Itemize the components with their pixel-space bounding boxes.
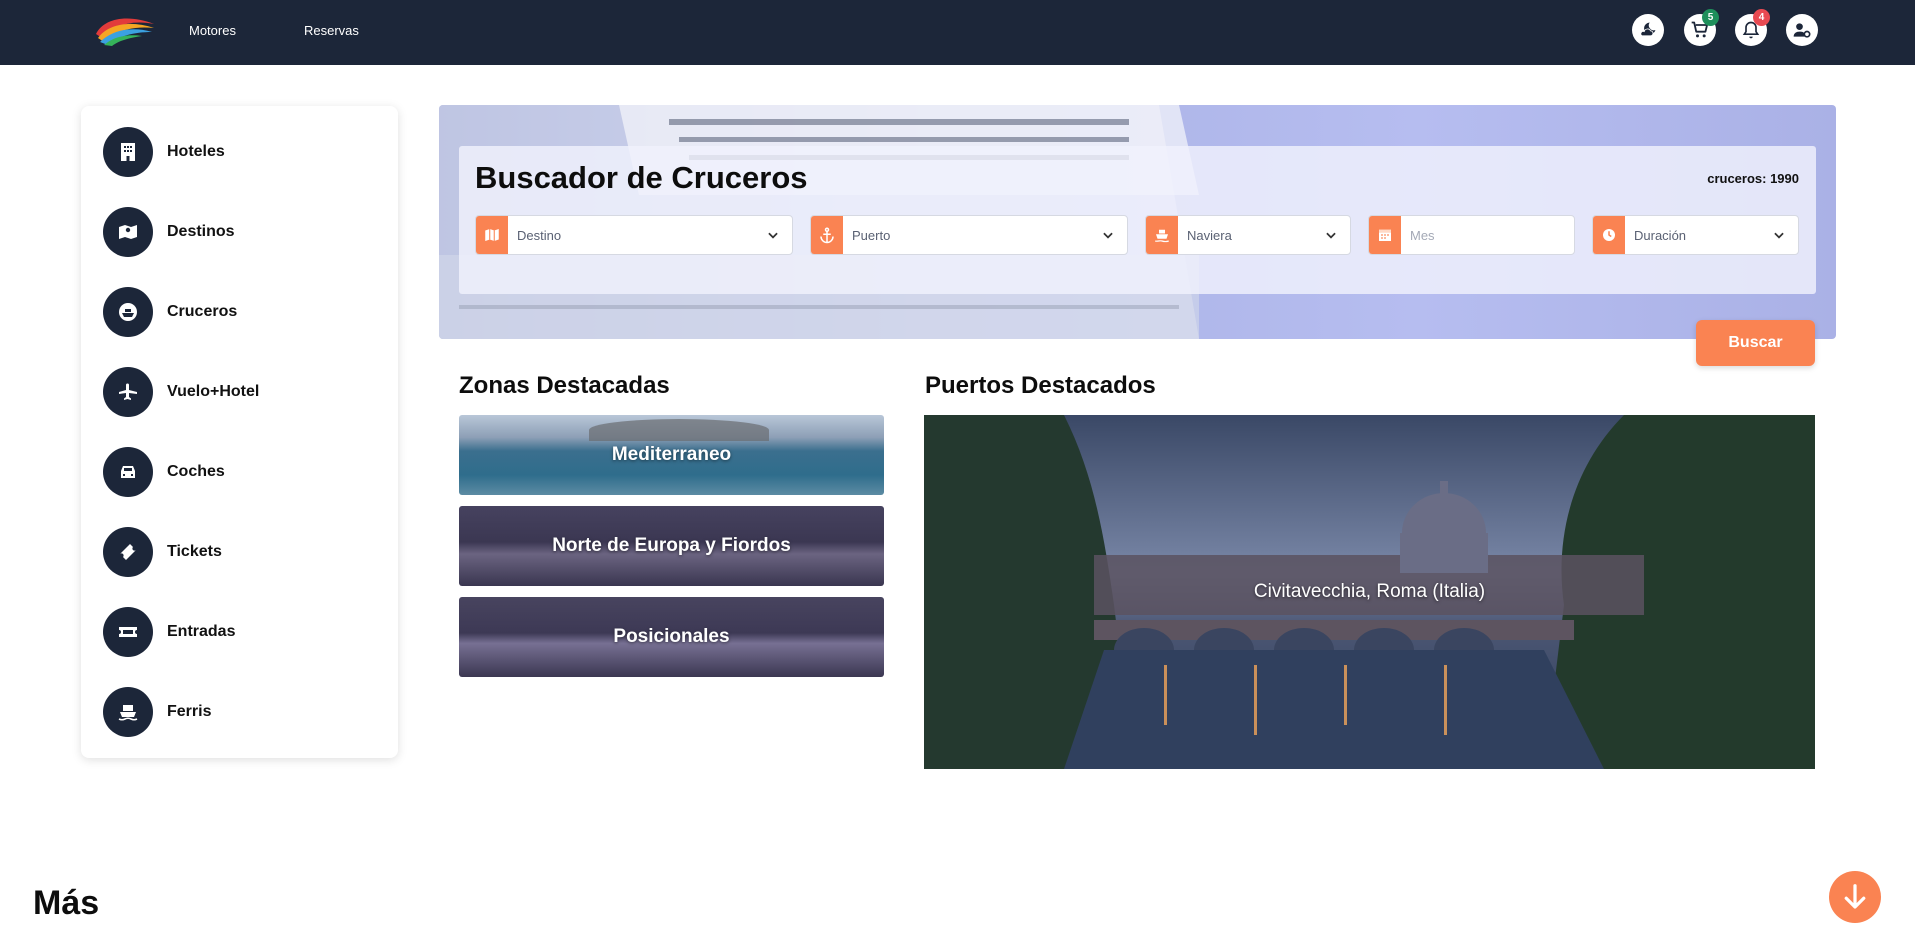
sidebar-item-vuelo-hotel[interactable]: Vuelo+Hotel [103,367,373,417]
scroll-down-button[interactable] [1829,871,1881,923]
ticket-icon [103,527,153,577]
duracion-value: Duración [1634,227,1687,243]
theme-toggle-button[interactable] [1632,14,1664,46]
top-navbar: Motores Reservas 5 4 [0,0,1915,65]
destino-value: Destino [517,227,562,243]
sidebar-item-label: Vuelo+Hotel [167,383,260,400]
sidebar-item-coches[interactable]: Coches [103,447,373,497]
cart-button[interactable]: 5 [1684,9,1719,46]
puerto-value: Puerto [852,227,891,243]
zonas-title: Zonas Destacadas [459,372,670,399]
plane-icon [103,367,153,417]
puerto-label: Civitavecchia, Roma (Italia) [1253,581,1486,602]
zona-card-norte-europa[interactable]: Norte de Europa y Fiordos [459,506,884,586]
naviera-value: Naviera [1187,227,1232,243]
puerto-select[interactable]: Puerto [810,215,1128,255]
sidebar-item-tickets[interactable]: Tickets [103,527,373,577]
sidebar-item-ferris[interactable]: Ferris [103,687,373,737]
sidebar-item-label: Tickets [167,543,222,560]
car-icon [103,447,153,497]
user-settings-button[interactable] [1786,14,1818,46]
sidebar-item-label: Coches [167,463,225,480]
ship-icon [103,287,153,337]
notifications-button[interactable]: 4 [1735,9,1770,46]
ferry-icon [103,687,153,737]
puertos-title: Puertos Destacados [925,372,1156,399]
puerto-card-civitavecchia[interactable]: Civitavecchia, Roma (Italia) [924,415,1815,769]
cruise-count: cruceros: 1990 [1707,171,1799,186]
building-icon [103,127,153,177]
sidebar-item-cruceros[interactable]: Cruceros [103,287,373,337]
arrow-down-icon [1844,884,1866,909]
zona-card-posicionales[interactable]: Posicionales [459,597,884,677]
calendar-icon [1369,216,1401,254]
ship-icon [1146,216,1178,254]
nav-motores[interactable]: Motores [189,23,236,38]
chevron-down-icon [1774,232,1784,239]
sidebar-item-label: Entradas [167,623,236,640]
admission-ticket-icon [103,607,153,657]
sidebar-item-label: Cruceros [167,303,238,320]
sidebar-item-entradas[interactable]: Entradas [103,607,373,657]
sidebar-item-label: Destinos [167,223,235,240]
zona-label: Posicionales [613,626,730,647]
sidebar: Hoteles Destinos Cruceros Vuelo+Hotel Co… [81,106,398,758]
sidebar-item-label: Ferris [167,703,212,720]
nav-reservas[interactable]: Reservas [304,23,359,38]
destino-select[interactable]: Destino [475,215,793,255]
chevron-down-icon [768,232,778,239]
sidebar-item-hoteles[interactable]: Hoteles [103,127,373,177]
sidebar-item-label: Hoteles [167,143,225,160]
mes-input[interactable]: Mes [1368,215,1575,255]
moon-cloud-icon [1640,22,1656,37]
search-title: Buscador de Cruceros [475,160,808,195]
brand-logo[interactable] [94,14,156,46]
zona-label: Norte de Europa y Fiordos [552,535,791,556]
notifications-badge: 4 [1753,9,1770,26]
zona-label: Mediterraneo [611,444,732,465]
mes-placeholder: Mes [1410,227,1435,243]
zona-card-mediterraneo[interactable]: Mediterraneo [459,415,884,495]
clock-icon [1593,216,1625,254]
anchor-icon [811,216,843,254]
duracion-select[interactable]: Duración [1592,215,1799,255]
chevron-down-icon [1103,232,1113,239]
user-gear-icon [1793,23,1811,38]
chevron-down-icon [1326,232,1336,239]
naviera-select[interactable]: Naviera [1145,215,1351,255]
map-icon [476,216,508,254]
buscar-button[interactable]: Buscar [1696,320,1815,366]
map-pin-icon [103,207,153,257]
mas-section-title: Más [33,884,100,922]
sidebar-item-destinos[interactable]: Destinos [103,207,373,257]
cart-badge: 5 [1702,9,1719,26]
